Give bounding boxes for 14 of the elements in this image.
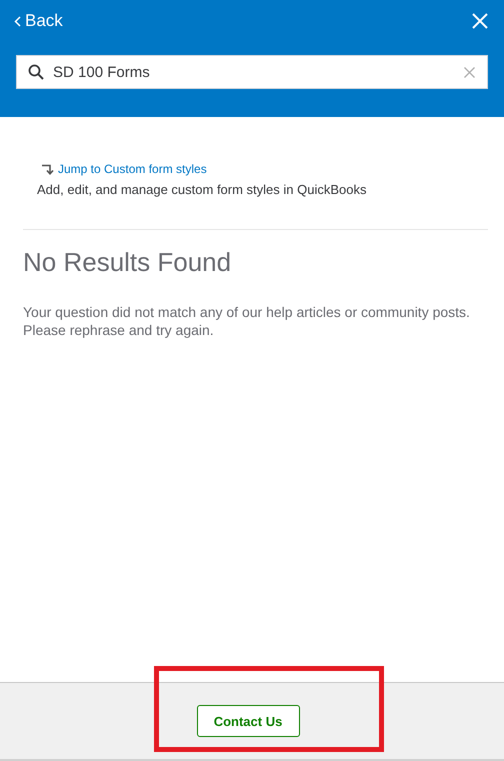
link-description: Add, edit, and manage custom form styles in QuickBooks <box>37 182 368 197</box>
results-title: No Results Found <box>23 247 232 278</box>
chevron-left-icon <box>14 16 21 26</box>
search-icon <box>28 64 44 80</box>
contact-button[interactable]: Contact Us <box>196 705 300 737</box>
jump-link[interactable]: Jump to Custom form styles <box>41 162 488 176</box>
search-input[interactable]: SD 100 Forms <box>53 64 455 80</box>
close-icon <box>472 13 488 29</box>
close-icon <box>464 66 475 78</box>
close-button[interactable] <box>472 13 488 29</box>
results-message: Your question did not match any of our help articles or community posts. Please rephrase and try again. <box>23 303 471 339</box>
turn-down-arrow-icon <box>41 164 55 174</box>
back-button[interactable]: Back <box>14 11 63 31</box>
search-field[interactable]: SD 100 Forms <box>16 55 488 89</box>
